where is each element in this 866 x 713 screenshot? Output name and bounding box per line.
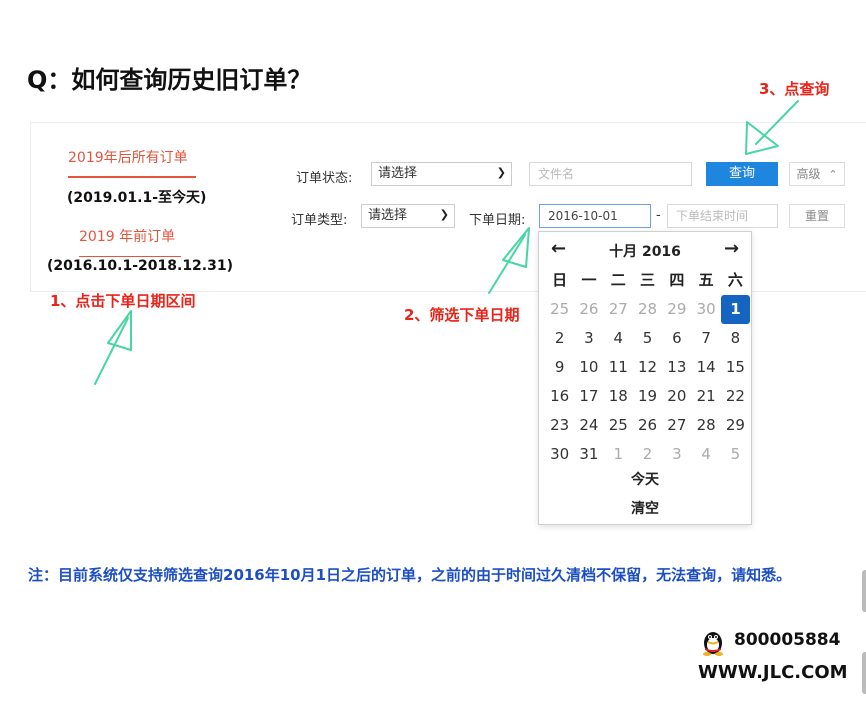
calendar-day[interactable]: 14 <box>691 353 720 382</box>
calendar-day[interactable]: 5 <box>721 440 750 469</box>
calendar-day[interactable]: 24 <box>574 411 603 440</box>
calendar-day[interactable]: 22 <box>721 382 750 411</box>
qq-penguin-icon <box>703 632 723 656</box>
calendar-day[interactable]: 20 <box>662 382 691 411</box>
weekday-header: 一 <box>581 271 597 289</box>
next-month-button[interactable]: → <box>724 238 739 259</box>
arrow-icon <box>745 100 799 155</box>
calendar-day[interactable]: 5 <box>633 324 662 353</box>
notice-text: 注：目前系统仅支持筛选查询2016年10月1日之后的订单，之前的由于时间过久清档… <box>28 566 792 584</box>
weekday-header: 五 <box>698 271 714 289</box>
calendar-day[interactable]: 9 <box>545 353 574 382</box>
website-link[interactable]: WWW.JLC.COM <box>698 662 848 683</box>
calendar-day[interactable]: 12 <box>633 353 662 382</box>
calendar-day[interactable]: 8 <box>721 324 750 353</box>
calendar-day[interactable]: 7 <box>691 324 720 353</box>
calendar-day[interactable]: 25 <box>604 411 633 440</box>
side-float-tab[interactable] <box>862 570 866 612</box>
calendar-day[interactable]: 11 <box>604 353 633 382</box>
calendar-day[interactable]: 16 <box>545 382 574 411</box>
calendar-day[interactable]: 31 <box>574 440 603 469</box>
calendar-day[interactable]: 6 <box>662 324 691 353</box>
calendar-day[interactable]: 15 <box>721 353 750 382</box>
calendar-day[interactable]: 4 <box>691 440 720 469</box>
calendar-day[interactable]: 3 <box>662 440 691 469</box>
clear-button[interactable]: 清空 <box>539 498 751 518</box>
calendar-day[interactable]: 29 <box>662 295 691 324</box>
calendar-day[interactable]: 21 <box>691 382 720 411</box>
calendar-day[interactable]: 28 <box>691 411 720 440</box>
weekday-header: 日 <box>552 271 568 289</box>
weekday-header: 三 <box>640 271 656 289</box>
calendar-month-title[interactable]: 十月 2016 <box>539 241 751 261</box>
calendar-grid: 日一二三四五六 25 26 27 28 29 30 1 2 3 4 5 6 7 8 9 10 11 12 13 14 15… <box>545 266 751 469</box>
date-picker-popup: ← 十月 2016 → 日一二三四五六 25 26 27 28 29 30 1 2 3 4 5 6 7 8 9… <box>538 231 752 525</box>
calendar-day[interactable]: 3 <box>574 324 603 353</box>
weekday-header: 六 <box>727 271 743 289</box>
calendar-day[interactable]: 29 <box>721 411 750 440</box>
weekday-header: 二 <box>610 271 626 289</box>
calendar-day[interactable]: 30 <box>691 295 720 324</box>
calendar-day[interactable]: 2 <box>545 324 574 353</box>
arrow-icon <box>488 227 530 294</box>
calendar-day[interactable]: 26 <box>633 411 662 440</box>
calendar-day[interactable]: 30 <box>545 440 574 469</box>
calendar-day[interactable]: 13 <box>662 353 691 382</box>
weekday-header: 四 <box>669 271 685 289</box>
calendar-day[interactable]: 27 <box>604 295 633 324</box>
calendar-day[interactable]: 27 <box>662 411 691 440</box>
calendar-day[interactable]: 25 <box>545 295 574 324</box>
contact-phone: 800005884 <box>734 630 841 650</box>
calendar-day[interactable]: 19 <box>633 382 662 411</box>
calendar-day[interactable]: 4 <box>604 324 633 353</box>
calendar-day[interactable]: 26 <box>574 295 603 324</box>
calendar-day[interactable]: 28 <box>633 295 662 324</box>
calendar-day[interactable]: 10 <box>574 353 603 382</box>
calendar-day[interactable]: 1 <box>604 440 633 469</box>
calendar-day[interactable]: 17 <box>574 382 603 411</box>
calendar-day[interactable]: 23 <box>545 411 574 440</box>
calendar-day[interactable]: 2 <box>633 440 662 469</box>
calendar-day-selected[interactable]: 1 <box>720 295 751 324</box>
calendar-day[interactable]: 18 <box>604 382 633 411</box>
side-float-tab[interactable] <box>862 652 866 694</box>
arrow-icon <box>94 310 132 385</box>
today-button[interactable]: 今天 <box>539 469 751 489</box>
